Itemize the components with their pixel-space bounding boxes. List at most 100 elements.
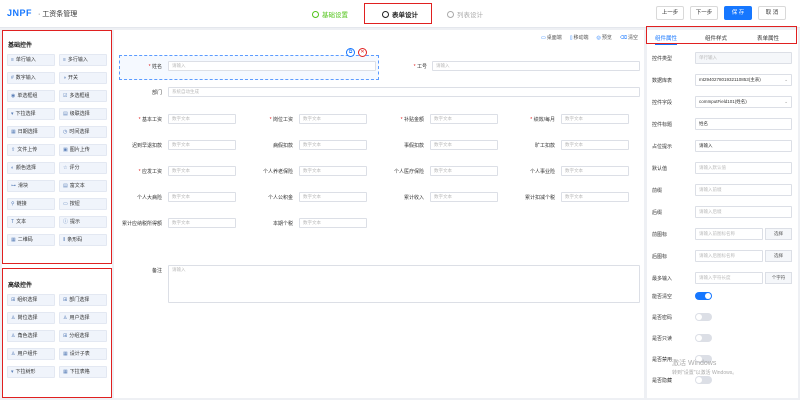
control-left.basic-9[interactable]: ◷ 时间选择 (59, 126, 107, 138)
number-input[interactable]: 数字文本 (168, 114, 236, 124)
control-left.advanced-4[interactable]: ♙ 角色选择 (7, 330, 55, 342)
number-input[interactable]: 数字文本 (168, 192, 236, 202)
clear-button[interactable]: ⌫清空 (620, 34, 638, 41)
number-input[interactable]: 数字文本 (430, 192, 498, 202)
control-label: 级联选择 (69, 111, 90, 117)
control-left.advanced-0[interactable]: ⊞ 组织选择 (7, 294, 55, 306)
tab-component-style[interactable]: 组件样式 (705, 34, 727, 42)
control-left.basic-18[interactable]: T 文本 (7, 216, 55, 228)
control-left.advanced-5[interactable]: ⊞ 分组选择 (59, 330, 107, 342)
toggle-switch[interactable] (695, 334, 712, 342)
number-input[interactable]: 数字文本 (561, 166, 629, 176)
control-left.basic-19[interactable]: ⓘ 提示 (59, 216, 107, 228)
control-icon: # (11, 75, 14, 81)
control-left.advanced-8[interactable]: ▾ 下拉树形 (7, 366, 55, 378)
form-canvas[interactable]: ▭桌面端 ▯移动端 ◎预览 ⌫清空 ⧉ ✕ * 姓名 请输入 * 工号 请输入 … (114, 30, 644, 398)
control-label: 评分 (69, 165, 80, 171)
toggle-switch[interactable] (695, 292, 712, 300)
prop-addon-button[interactable]: 选择 (765, 250, 792, 262)
grid-label-text: 绩效/每月 (533, 117, 555, 123)
control-left.basic-3[interactable]: ◑ 开关 (59, 72, 107, 84)
control-left.basic-1[interactable]: ≡ 多行输入 (59, 54, 107, 66)
prop-input[interactable]: 请输入 (695, 140, 792, 152)
control-left.basic-12[interactable]: ◐ 颜色选择 (7, 162, 55, 174)
prev-button[interactable]: 上一步 (656, 6, 684, 20)
name-input[interactable]: 请输入 (168, 61, 376, 71)
grid-label-text: 岗位工资 (272, 117, 293, 123)
prop-input[interactable]: 单行输入 (695, 52, 792, 64)
control-left.basic-5[interactable]: ☑ 多选框组 (59, 90, 107, 102)
number-input[interactable]: 数字文本 (299, 114, 367, 124)
control-left.basic-4[interactable]: ◉ 单选框组 (7, 90, 55, 102)
remark-textarea[interactable]: 请输入 (168, 265, 640, 303)
prop-addon-button[interactable]: 个字符 (765, 272, 792, 284)
number-input[interactable]: 数字文本 (168, 166, 236, 176)
mobile-view-button[interactable]: ▯移动端 (570, 34, 589, 41)
number-input[interactable]: 数字文本 (168, 218, 236, 228)
prop-input[interactable]: 请输入后缀 (695, 206, 792, 218)
tab-component-props[interactable]: 组件属性 (655, 34, 678, 45)
control-left.basic-15[interactable]: ▤ 富文本 (59, 180, 107, 192)
control-left.basic-11[interactable]: ▣ 图片上传 (59, 144, 107, 156)
control-left.advanced-1[interactable]: ⊞ 部门选择 (59, 294, 107, 306)
department-input[interactable]: 系统自动生成 (168, 87, 640, 97)
prop-input[interactable]: 请输入前缀 (695, 184, 792, 196)
employee-id-input[interactable]: 请输入 (432, 61, 640, 71)
number-input[interactable]: 数字文本 (430, 166, 498, 176)
step-basic-settings[interactable]: 基础设置 (312, 9, 348, 19)
control-left.basic-20[interactable]: ▦ 二维码 (7, 234, 55, 246)
control-icon: ▦ (63, 351, 68, 357)
desktop-view-button[interactable]: ▭桌面端 (541, 34, 562, 41)
control-left.basic-6[interactable]: ▾ 下拉选择 (7, 108, 55, 120)
number-input[interactable]: 数字文本 (561, 114, 629, 124)
control-left.advanced-3[interactable]: ♙ 用户选择 (59, 312, 107, 324)
control-left.basic-10[interactable]: ⇪ 文件上传 (7, 144, 55, 156)
number-input[interactable]: 数字文本 (430, 140, 498, 150)
control-left.basic-17[interactable]: ▭ 按钮 (59, 198, 107, 210)
prop-input[interactable]: 请输入字符长度 (695, 272, 763, 284)
number-input[interactable]: 数字文本 (299, 192, 367, 202)
toggle-switch[interactable] (695, 313, 712, 321)
cancel-button[interactable]: 取 消 (758, 6, 786, 20)
number-input[interactable]: 数字文本 (299, 166, 367, 176)
number-input[interactable]: 数字文本 (299, 218, 367, 228)
tab-form-props[interactable]: 表单属性 (757, 34, 779, 42)
prop-input[interactable]: comInputField101(姓名) ⌄ (695, 96, 792, 108)
control-left.basic-0[interactable]: ≡ 单行输入 (7, 54, 55, 66)
control-left.advanced-2[interactable]: ♙ 岗位选择 (7, 312, 55, 324)
delete-icon[interactable]: ✕ (358, 48, 367, 57)
preview-button[interactable]: ◎预览 (597, 34, 612, 41)
prop-input[interactable]: mt294027801932110853(主表) ⌄ (695, 74, 792, 86)
number-input[interactable]: 数字文本 (430, 114, 498, 124)
control-left.basic-7[interactable]: ▤ 级联选择 (59, 108, 107, 120)
prop-input[interactable]: 姓名 (695, 118, 792, 130)
number-input[interactable]: 数字文本 (561, 192, 629, 202)
number-input[interactable]: 数字文本 (299, 140, 367, 150)
number-input[interactable]: 数字文本 (561, 140, 629, 150)
control-left.basic-2[interactable]: # 数字输入 (7, 72, 55, 84)
next-button[interactable]: 下一步 (690, 6, 718, 20)
control-left.basic-21[interactable]: ⦀ 条形码 (59, 234, 107, 246)
grid-field-label: 个人医疗保险 (376, 168, 424, 175)
prop-input[interactable]: 请输入默认值 (695, 162, 792, 174)
copy-icon[interactable]: ⧉ (346, 48, 355, 57)
prop-input[interactable]: 请输入前图标名称 (695, 228, 763, 240)
control-icon: T (11, 219, 15, 225)
control-left.advanced-6[interactable]: ♙ 用户组件 (7, 348, 55, 360)
control-left.advanced-7[interactable]: ▦ 设计子表 (59, 348, 107, 360)
control-left.basic-8[interactable]: ▦ 日期选择 (7, 126, 55, 138)
control-icon: ⊞ (63, 297, 68, 303)
control-left.basic-16[interactable]: ⚲ 链接 (7, 198, 55, 210)
step-form-design[interactable]: 表单设计 (382, 9, 418, 19)
property-panel: 组件属性 组件样式 表单属性 控件类型 单行输入 数据库表 mt29402780193… (647, 30, 798, 398)
control-left.basic-13[interactable]: ☆ 评分 (59, 162, 107, 174)
control-icon: ▦ (11, 129, 16, 135)
step-list-design[interactable]: 列表设计 (447, 9, 483, 19)
prop-input[interactable]: 请输入后图标名称 (695, 250, 763, 262)
save-button[interactable]: 保 存 (724, 6, 752, 20)
control-left.basic-14[interactable]: ⊶ 滑块 (7, 180, 55, 192)
prop-addon-button[interactable]: 选择 (765, 228, 792, 240)
number-input[interactable]: 数字文本 (168, 140, 236, 150)
toggle-switch[interactable] (695, 376, 712, 384)
control-left.advanced-9[interactable]: ▦ 下拉表格 (59, 366, 107, 378)
